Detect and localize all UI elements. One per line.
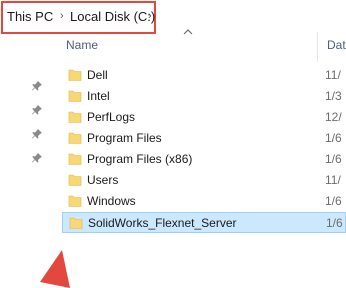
file-row-perflogs[interactable]: PerfLogs 12/ — [62, 107, 346, 128]
folder-icon — [68, 90, 82, 102]
pin-icon[interactable] — [31, 80, 43, 92]
file-date: 1/6 — [325, 152, 342, 166]
file-date: 11/ — [325, 173, 341, 187]
folder-icon — [69, 217, 83, 229]
file-date: 1/3 — [325, 89, 342, 103]
breadcrumb-local-disk[interactable]: Local Disk (C:) — [70, 9, 155, 24]
file-row-windows[interactable]: Windows 1/6 — [62, 191, 346, 212]
file-row-solidworks-flexnet-server[interactable]: SolidWorks_Flexnet_Server 1/6 — [62, 212, 346, 233]
pin-icon[interactable] — [31, 128, 43, 140]
file-row-intel[interactable]: Intel 1/3 — [62, 86, 346, 107]
file-name: Program Files — [87, 131, 162, 145]
file-name: Intel — [87, 89, 110, 103]
pin-icon[interactable] — [31, 104, 43, 116]
file-row-program-files[interactable]: Program Files 1/6 — [62, 128, 346, 149]
file-row-program-files-x86[interactable]: Program Files (x86) 1/6 — [62, 149, 346, 170]
file-date: 1/6 — [325, 194, 342, 208]
file-name: SolidWorks_Flexnet_Server — [88, 216, 237, 230]
pin-icon[interactable] — [31, 152, 43, 164]
address-bar[interactable]: This PC › Local Disk (C:) › — [0, 0, 346, 36]
folder-icon — [68, 132, 82, 144]
annotation-arrow-icon — [40, 250, 70, 288]
sort-up-icon[interactable] — [183, 28, 193, 36]
file-date: 1/6 — [326, 216, 343, 230]
file-row-users[interactable]: Users 11/ — [62, 170, 346, 191]
file-name: PerfLogs — [87, 110, 136, 124]
breadcrumb-separator[interactable]: › — [60, 10, 64, 22]
file-name: Dell — [87, 68, 108, 82]
breadcrumb-separator[interactable]: › — [148, 10, 152, 22]
file-name: Windows — [87, 194, 136, 208]
file-row-dell[interactable]: Dell 11/ — [62, 65, 346, 86]
column-divider[interactable] — [317, 32, 318, 62]
folder-icon — [68, 111, 82, 123]
file-date: 12/ — [325, 110, 342, 124]
file-name: Program Files (x86) — [87, 152, 193, 166]
folder-icon — [68, 153, 82, 165]
column-header-name[interactable]: Name — [66, 38, 98, 52]
folder-icon — [68, 69, 82, 81]
folder-icon — [68, 174, 82, 186]
file-date: 1/6 — [325, 131, 342, 145]
folder-icon — [68, 195, 82, 207]
file-name: Users — [87, 173, 119, 187]
column-header-date[interactable]: Dat — [327, 38, 346, 52]
file-date: 11/ — [325, 68, 341, 82]
breadcrumb-this-pc[interactable]: This PC — [7, 9, 53, 24]
